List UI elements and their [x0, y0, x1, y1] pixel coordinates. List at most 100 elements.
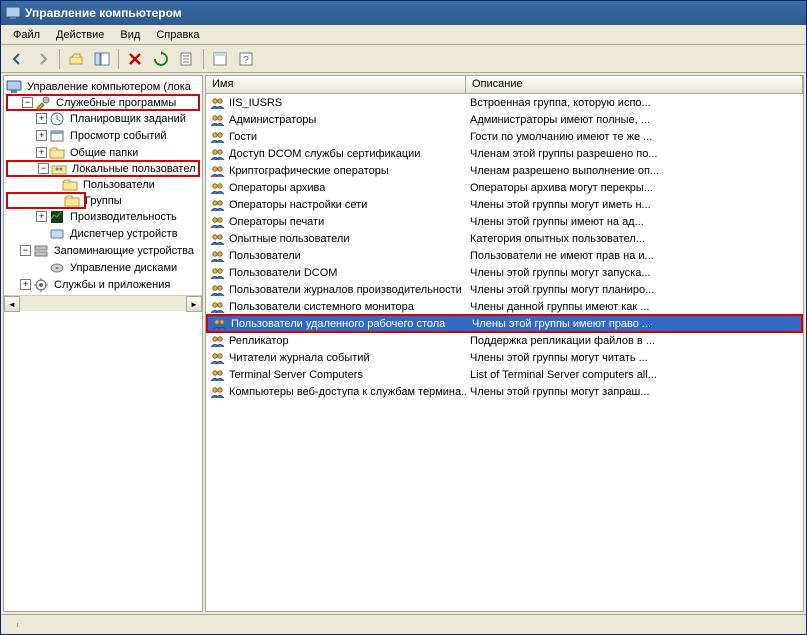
- group-icon: [210, 163, 226, 179]
- expand-icon[interactable]: +: [36, 147, 47, 158]
- svg-text:?: ?: [243, 55, 249, 66]
- tree-services[interactable]: + Службы и приложения: [6, 276, 200, 293]
- list-row[interactable]: Компьютеры веб-доступа к службам термина…: [206, 383, 803, 400]
- group-icon: [210, 367, 226, 383]
- collapse-icon[interactable]: −: [22, 97, 33, 108]
- row-name: Криптографические операторы: [229, 165, 389, 177]
- expand-icon[interactable]: +: [36, 130, 47, 141]
- column-name[interactable]: Имя: [206, 76, 466, 93]
- scroll-left-icon[interactable]: ◄: [4, 296, 20, 312]
- list-row[interactable]: Пользователи системного монитораЧлены да…: [206, 298, 803, 315]
- help-button[interactable]: ?: [234, 48, 258, 70]
- tree-label: Диспетчер устройств: [68, 227, 180, 241]
- tree-scheduler[interactable]: + Планировщик заданий: [6, 110, 200, 127]
- row-name: Операторы печати: [229, 216, 324, 228]
- list-row[interactable]: Криптографические операторыЧленам разреш…: [206, 162, 803, 179]
- row-name: IIS_IUSRS: [229, 97, 282, 109]
- list-body: IIS_IUSRSВстроенная группа, которую испо…: [206, 94, 803, 400]
- tree-label: Службы и приложения: [52, 278, 172, 292]
- list-row[interactable]: Операторы печати Члены этой группы имеют …: [206, 213, 803, 230]
- row-name: Пользователи DCOM: [229, 267, 337, 279]
- list-row[interactable]: АдминистраторыАдминистраторы имеют полны…: [206, 111, 803, 128]
- list-row[interactable]: Опытные пользователи Категория опытных по…: [206, 230, 803, 247]
- group-icon: [210, 197, 226, 213]
- row-name: Пользователи системного монитора: [229, 301, 414, 313]
- tree-label: Общие папки: [68, 146, 140, 160]
- list-pane[interactable]: Имя Описание IIS_IUSRSВстроенная группа,…: [205, 75, 804, 612]
- tools-icon: [35, 95, 51, 111]
- scroll-right-icon[interactable]: ►: [186, 296, 202, 312]
- group-icon: [210, 333, 226, 349]
- tree-groups[interactable]: Группы: [6, 192, 86, 209]
- row-desc: Категория опытных пользовател...: [466, 233, 803, 245]
- window-title: Управление компьютером: [25, 6, 182, 20]
- group-icon: [210, 95, 226, 111]
- forward-button[interactable]: [31, 48, 55, 70]
- tree-utilities[interactable]: − Служебные программы: [6, 94, 200, 111]
- list-row[interactable]: Пользователи журналов производительности…: [206, 281, 803, 298]
- tree-users[interactable]: Пользователи: [6, 176, 200, 193]
- row-name: Пользователи журналов производительности: [229, 284, 462, 296]
- group-icon: [210, 146, 226, 162]
- expand-icon[interactable]: +: [20, 279, 31, 290]
- row-name: Операторы настройки сети: [229, 199, 367, 211]
- list-row[interactable]: Читатели журнала событийЧлены этой групп…: [206, 349, 803, 366]
- expand-icon[interactable]: +: [36, 211, 47, 222]
- status-panel: [1, 623, 18, 627]
- tree-performance[interactable]: + Производительность: [6, 208, 200, 225]
- folder-icon: [62, 177, 78, 193]
- menu-file[interactable]: Файл: [5, 27, 48, 43]
- tree-devmgr[interactable]: Диспетчер устройств: [6, 225, 200, 242]
- list-row[interactable]: ПользователиПользователи не имеют прав н…: [206, 247, 803, 264]
- menu-action[interactable]: Действие: [48, 27, 112, 43]
- tree-pane[interactable]: Управление компьютером (лока − Служебные…: [3, 75, 203, 612]
- menu-view[interactable]: Вид: [112, 27, 148, 43]
- tree-sharedfolders[interactable]: + Общие папки: [6, 144, 200, 161]
- list-row[interactable]: Операторы настройки сетиЧлены этой групп…: [206, 196, 803, 213]
- delete-button[interactable]: [123, 48, 147, 70]
- device-icon: [49, 226, 65, 242]
- tree-scrollbar-h[interactable]: ◄ ►: [4, 295, 202, 311]
- tree-label: Пользователи: [81, 178, 157, 192]
- group-icon: [210, 231, 226, 247]
- up-button[interactable]: [64, 48, 88, 70]
- titlebar[interactable]: Управление компьютером: [1, 1, 806, 25]
- group-icon: [210, 129, 226, 145]
- row-desc: Члены этой группы имеют на ад...: [466, 216, 803, 228]
- row-name: Читатели журнала событий: [229, 352, 370, 364]
- tree-label: Группы: [83, 195, 124, 207]
- list-row[interactable]: Операторы архиваОператоры архива могут п…: [206, 179, 803, 196]
- row-desc: Пользователи не имеют прав на и...: [466, 250, 803, 262]
- list-row[interactable]: РепликаторПоддержка репликации файлов в …: [206, 332, 803, 349]
- row-name: Доступ DCOM службы сертификации: [229, 148, 420, 160]
- list-row[interactable]: IIS_IUSRSВстроенная группа, которую испо…: [206, 94, 803, 111]
- tree-localusers[interactable]: − Локальные пользовател: [6, 160, 200, 177]
- tree-diskmgmt[interactable]: Управление дисками: [6, 259, 200, 276]
- properties-button[interactable]: [208, 48, 232, 70]
- list-row[interactable]: Пользователи DCOMЧлены этой группы могут…: [206, 264, 803, 281]
- menu-help[interactable]: Справка: [148, 27, 207, 43]
- tree-label: Локальные пользовател: [70, 163, 198, 175]
- collapse-icon[interactable]: −: [20, 245, 31, 256]
- expand-icon[interactable]: +: [36, 113, 47, 124]
- list-row[interactable]: Пользователи удаленного рабочего столаЧл…: [206, 314, 803, 333]
- tree-root[interactable]: Управление компьютером (лока: [6, 78, 200, 95]
- scroll-track[interactable]: [20, 296, 186, 311]
- performance-icon: [49, 209, 65, 225]
- row-name: Опытные пользователи: [229, 233, 349, 245]
- list-header: Имя Описание: [206, 76, 803, 94]
- app-icon: [5, 5, 21, 21]
- tree-storage[interactable]: − Запоминающие устройства: [6, 242, 200, 259]
- column-description[interactable]: Описание: [466, 76, 803, 93]
- export-button[interactable]: [175, 48, 199, 70]
- list-row[interactable]: ГостиГости по умолчанию имеют те же ...: [206, 128, 803, 145]
- list-row[interactable]: Доступ DCOM службы сертификацииЧленам эт…: [206, 145, 803, 162]
- collapse-icon[interactable]: −: [38, 163, 49, 174]
- back-button[interactable]: [5, 48, 29, 70]
- tree-eventviewer[interactable]: + Просмотр событий: [6, 127, 200, 144]
- row-name: Компьютеры веб-доступа к службам термина…: [229, 386, 466, 398]
- services-icon: [33, 277, 49, 293]
- refresh-button[interactable]: [149, 48, 173, 70]
- list-row[interactable]: Terminal Server ComputersList of Termina…: [206, 366, 803, 383]
- show-hide-tree-button[interactable]: [90, 48, 114, 70]
